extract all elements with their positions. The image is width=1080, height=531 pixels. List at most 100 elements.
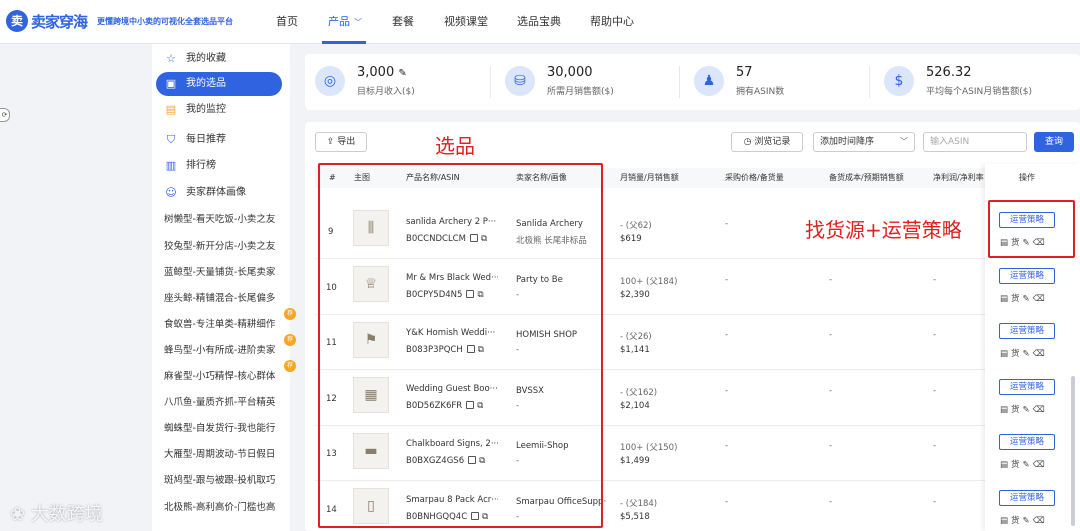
sidebar-item-daily-recommend[interactable]: ⛉ 每日推荐 [156,128,282,152]
coins-icon: ⛁ [505,66,535,96]
edit-icon[interactable]: ✎ [1023,405,1033,415]
asin-search-input[interactable] [923,132,1027,152]
nav-packages[interactable]: 套餐 [392,0,414,44]
clipboard-icon[interactable]: ▤ [1000,405,1011,415]
persona-item[interactable]: 蓝鲸型-天量铺货-长尾卖家 [164,264,275,278]
trash-icon[interactable]: ⌫ [1033,460,1048,470]
ops-strategy-button[interactable]: 运营策略 [999,323,1055,339]
export-button[interactable]: ⇪ 导出 [315,132,367,152]
recommend-badge: 荐 [284,308,296,320]
clipboard-icon[interactable]: ▤ [1000,349,1011,359]
sidebar-item-my-selection[interactable]: ▣ 我的选品 [156,72,282,96]
nav-selection-guide[interactable]: 选品宝典 [517,0,561,44]
brand-name[interactable]: 卖家穿海 [31,11,88,32]
ops-strategy-button[interactable]: 运营策略 [999,490,1055,506]
sidebar-item-label: 排行榜 [186,160,216,171]
stock-cost: - [829,275,833,285]
monthly-sales: - (父162) [620,388,658,398]
nav-video-class[interactable]: 视频课堂 [444,0,488,44]
persona-item[interactable]: 麻雀型-小巧精悍-核心群体 [164,368,275,382]
sidebar-item-label: 我的监控 [186,104,226,115]
edit-icon[interactable]: ✎ [398,68,406,79]
persona-item[interactable]: 北极熊-高利高价-门槛也高 [164,499,275,513]
annotation-title: 选品 [435,134,475,158]
shield-icon: ⛉ [166,133,176,146]
watermark-logo-icon: ❀ [10,504,26,525]
nav-home[interactable]: 首页 [276,0,298,44]
monthly-revenue: $5,518 [620,512,650,522]
monthly-revenue: $619 [620,234,642,244]
sidebar-item-label: 卖家群体画像 [186,187,246,198]
trash-icon[interactable]: ⌫ [1033,516,1048,526]
search-button[interactable]: 查询 [1034,132,1074,152]
clipboard-icon[interactable]: ▤ [1000,294,1011,304]
clipboard-icon[interactable]: ▤ [1000,516,1011,526]
purchase-price: - [725,275,729,285]
clipboard-icon[interactable]: ▤ [1000,460,1011,470]
monthly-revenue: $2,390 [620,290,650,300]
stat-label: 所需月销售额($) [547,87,614,97]
edit-icon[interactable]: ✎ [1023,294,1033,304]
col-cost: 备货成本/预期销售额 [829,173,904,182]
sidebar-item-monitor[interactable]: ▤ 我的监控 [156,98,282,122]
row-actions: ▤货✎⌫ [1000,514,1048,526]
persona-item[interactable]: 蜘蛛型-自发货行-我也能行 [164,420,275,434]
persona-item[interactable]: 树懒型-看天吃饭-小卖之友 [164,211,275,225]
sidebar: ☆ 我的收藏 ▣ 我的选品 ▤ 我的监控 ⛉ 每日推荐 ▥ 排行榜 ☺ 卖家群体… [152,44,296,531]
sidebar-item-seller-persona[interactable]: ☺ 卖家群体画像 [156,181,282,205]
ops-strategy-button[interactable]: 运营策略 [999,434,1055,450]
page-scrollbar[interactable] [1071,376,1075,526]
stat-required-sales: ⛁ 30,000 所需月销售额($) [505,54,675,110]
stat-target-income: ◎ 3,000 ✎ 目标月收入($) [315,54,490,110]
goods-icon[interactable]: 货 [1011,516,1023,526]
history-button[interactable]: ◷ 浏览记录 [731,132,803,152]
goods-icon[interactable]: 货 [1011,294,1023,304]
stats-bar: ◎ 3,000 ✎ 目标月收入($) ⛁ 30,000 所需月销售额($) ♟ … [305,54,1080,110]
brand-logo-icon[interactable]: 卖 [6,10,28,32]
stat-label: 目标月收入($) [357,87,415,97]
persona-item[interactable]: 八爪鱼-量质齐抓-平台精英 [164,394,275,408]
purchase-price: - [725,441,729,451]
persona-item[interactable]: 大雁型-周期波动-节日假日 [164,446,275,460]
persona-item[interactable]: 斑鸠型-跟与被跟-投机取巧 [164,472,275,486]
recommend-badge: 荐 [284,334,296,346]
user-icon: ♟ [694,66,724,96]
nav-products[interactable]: 产品 ﹀ [328,0,362,44]
monthly-revenue: $2,104 [620,401,650,411]
side-toggle-icon[interactable]: ⟳ [0,108,10,122]
net-profit: - [933,497,937,507]
users-icon: ☺ [165,186,177,199]
stat-divider [869,66,870,98]
row-actions: ▤货✎⌫ [1000,292,1048,304]
goods-icon[interactable]: 货 [1011,349,1023,359]
chevron-down-icon: ﹀ [354,18,362,27]
bar-chart-icon: ▥ [165,159,177,172]
purchase-price: - [725,386,729,396]
stat-divider [679,66,680,98]
col-profit: 净利润/净利率 [933,173,984,182]
ops-strategy-button[interactable]: 运营策略 [999,379,1055,395]
sidebar-item-favorites[interactable]: ☆ 我的收藏 [156,47,282,71]
chevron-down-icon: ﹀ [900,137,908,146]
persona-item[interactable]: 蜂鸟型-小有所成-进阶卖家 [164,342,275,356]
goods-icon[interactable]: 货 [1011,460,1023,470]
persona-item[interactable]: 狡兔型-新开分店-小卖之友 [164,238,275,252]
monthly-revenue: $1,141 [620,345,650,355]
edit-icon[interactable]: ✎ [1023,460,1033,470]
sort-select[interactable]: 添加时间降序 ﹀ [813,132,915,152]
trash-icon[interactable]: ⌫ [1033,294,1048,304]
trash-icon[interactable]: ⌫ [1033,349,1048,359]
persona-item[interactable]: 食蚁兽-专注单类-精耕细作 [164,316,275,330]
top-header: 卖 卖家穿海 更懂跨境中小卖的可视化全套选品平台 首页 产品 ﹀ 套餐 视频课堂 … [0,0,1080,44]
sidebar-item-ranking[interactable]: ▥ 排行榜 [156,154,282,178]
edit-icon[interactable]: ✎ [1023,349,1033,359]
ops-strategy-button[interactable]: 运营策略 [999,268,1055,284]
goods-icon[interactable]: 货 [1011,405,1023,415]
net-profit: - [933,275,937,285]
nav-help-center[interactable]: 帮助中心 [590,0,634,44]
trash-icon[interactable]: ⌫ [1033,405,1048,415]
purchase-price: - [725,330,729,340]
edit-icon[interactable]: ✎ [1023,516,1033,526]
persona-item[interactable]: 座头鲸-精铺混合-长尾偏多 [164,290,275,304]
annotation-box-operations [988,200,1075,258]
